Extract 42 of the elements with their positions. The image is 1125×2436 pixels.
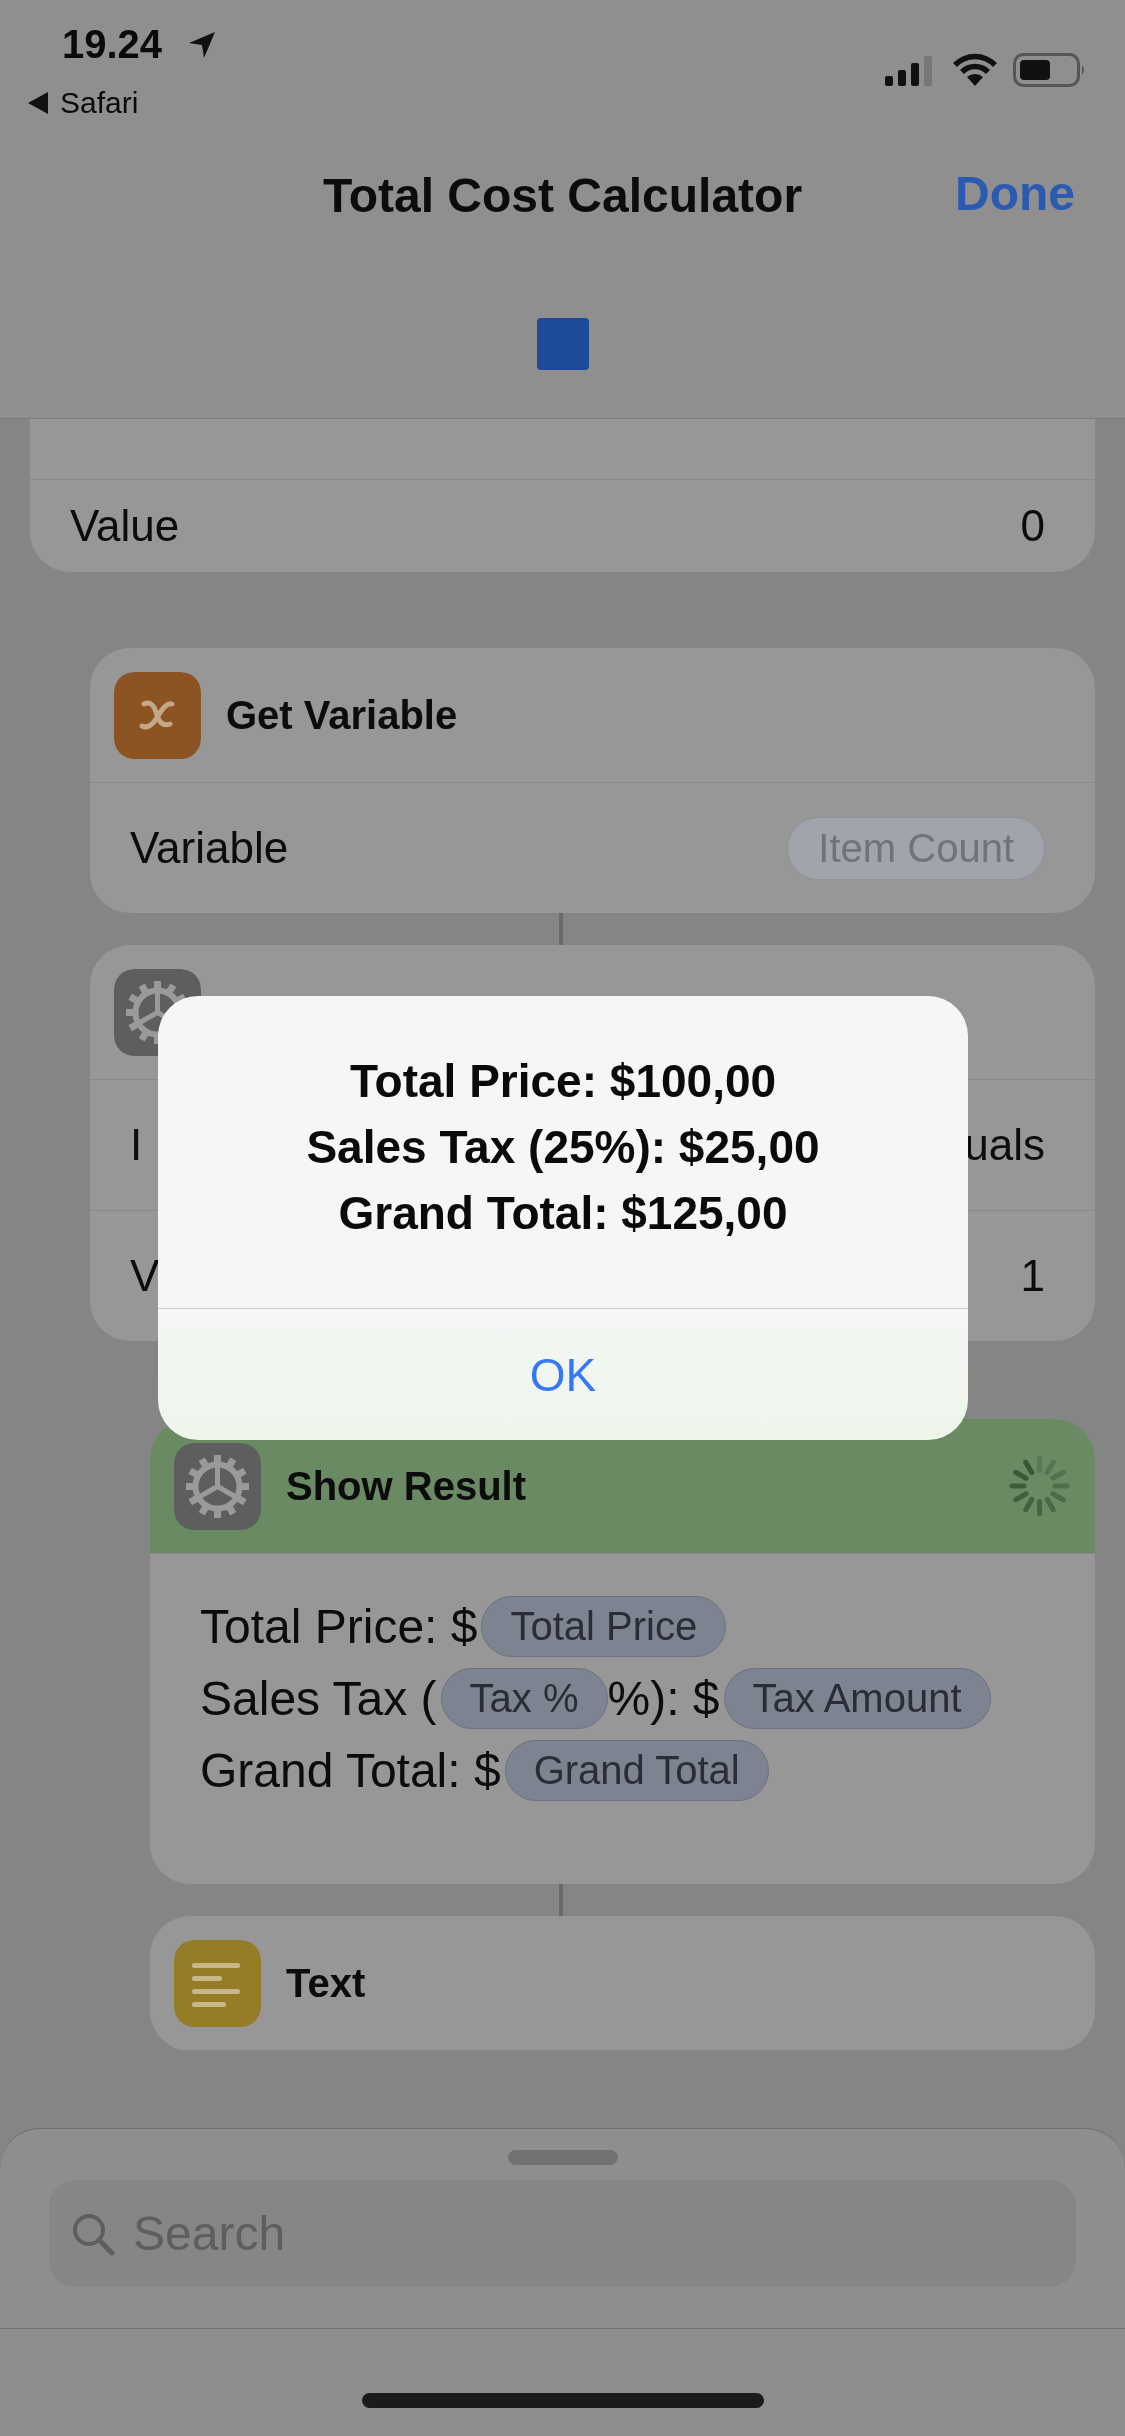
alert-message-line: Grand Total: $125,00 xyxy=(337,1186,789,1241)
result-text: Total Price: $ xyxy=(200,1598,478,1654)
back-app-link[interactable]: Safari xyxy=(60,86,139,120)
location-arrow-icon xyxy=(187,30,217,60)
sheet-handle[interactable] xyxy=(507,2150,618,2165)
variable-token[interactable]: Tax Amount xyxy=(723,1667,991,1729)
variable-token[interactable]: Tax % xyxy=(440,1667,608,1729)
row-value: 1 xyxy=(1020,1251,1045,1301)
action-card[interactable]: Text xyxy=(150,1916,1095,2051)
action-title: Text xyxy=(286,1960,367,2006)
row-label: Variable xyxy=(130,823,289,873)
spinner-icon xyxy=(1007,1454,1071,1518)
row-label: I xyxy=(130,1120,143,1170)
result-text: %): $ xyxy=(607,1670,720,1726)
variable-icon xyxy=(114,671,201,759)
gear-icon xyxy=(174,1442,261,1530)
row-value: uals xyxy=(964,1120,1045,1170)
search-icon xyxy=(71,2212,115,2256)
variable-token[interactable]: Total Price xyxy=(481,1595,727,1657)
shortcut-title: Total Cost Calculator xyxy=(322,168,803,223)
ok-button[interactable]: OK xyxy=(158,1308,968,1440)
wifi-icon xyxy=(952,52,998,86)
battery-icon xyxy=(1013,53,1087,87)
variable-token[interactable]: Grand Total xyxy=(504,1739,769,1801)
text-lines-icon xyxy=(174,1939,261,2027)
clock-time: 19.24 xyxy=(62,22,163,67)
home-indicator[interactable] xyxy=(361,2393,764,2408)
action-title: Get Variable xyxy=(226,692,459,738)
done-button[interactable]: Done xyxy=(955,166,1075,221)
result-text: Grand Total: $ xyxy=(200,1742,501,1798)
signal-icon xyxy=(885,56,935,86)
row-label: Value xyxy=(70,501,180,551)
alert-message-line: Total Price: $100,00 xyxy=(348,1054,778,1109)
back-triangle-icon[interactable] xyxy=(28,92,48,114)
row-label: V xyxy=(130,1251,160,1301)
action-title: Show Result xyxy=(286,1463,528,1509)
result-text: Sales Tax ( xyxy=(200,1670,437,1726)
row-value: 0 xyxy=(1020,501,1045,551)
alert-message-line: Sales Tax (25%): $25,00 xyxy=(305,1120,821,1175)
stop-button[interactable] xyxy=(537,318,589,370)
action-card[interactable]: Show Result Total Price: $ Total Price Sales Tax ( Tax % %): $ Tax Amount Grand Total: $ Grand Total xyxy=(150,1419,1095,1884)
action-card[interactable]: Value 0 xyxy=(30,419,1095,572)
